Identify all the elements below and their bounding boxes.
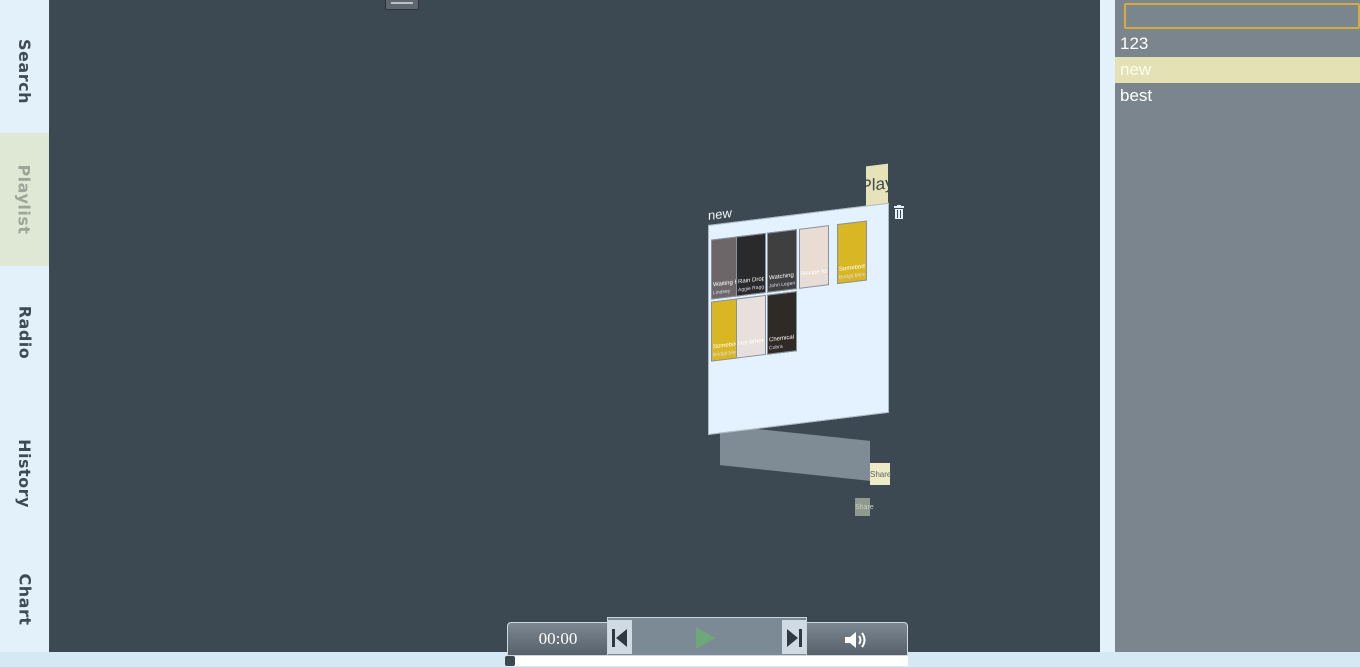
previous-button[interactable]	[608, 620, 632, 654]
playlist-stage: Play new Waiting For ItLindseyRain Drops…	[49, 0, 1100, 652]
play-button[interactable]	[694, 626, 716, 650]
tab-history-label: History	[15, 439, 35, 508]
tab-playlist-label: Playlist	[15, 164, 34, 235]
trash-icon[interactable]	[894, 205, 904, 219]
volume-icon	[845, 632, 866, 648]
play-icon	[696, 627, 715, 649]
track-artist: Cobra	[769, 343, 783, 352]
playlist-card: Play new Waiting For ItLindseyRain Drops…	[708, 163, 968, 525]
track-cover[interactable]: Rain DropsAggie Ragge Pro	[736, 232, 766, 297]
tab-search[interactable]: Search	[0, 5, 49, 138]
card-shadow	[720, 425, 870, 481]
tab-radio[interactable]: Radio	[0, 266, 49, 399]
track-artist: Bridget Mendler	[801, 276, 827, 286]
drag-handle[interactable]	[385, 0, 419, 10]
left-nav: Search Playlist Radio History Chart	[0, 0, 49, 667]
track-cover[interactable]: Chemical ReactionCobra	[767, 291, 797, 355]
audio-player: 00:00	[507, 617, 908, 656]
skip-next-icon	[787, 629, 802, 647]
share-button[interactable]: Share	[870, 463, 891, 485]
playlist-title: new	[708, 205, 732, 223]
panel-divider	[1100, 0, 1115, 667]
tab-playlist[interactable]: Playlist	[0, 133, 49, 266]
playlist-item-123[interactable]: 123	[1115, 31, 1360, 57]
new-playlist-input[interactable]	[1124, 3, 1360, 29]
play-playlist-button[interactable]: Play	[860, 163, 894, 207]
track-cover[interactable]: Recipe for HateBridget Mendler	[799, 225, 829, 289]
tab-history[interactable]: History	[0, 407, 49, 540]
track-cover[interactable]: Watching TJohn Legend	[767, 229, 797, 293]
skip-previous-icon	[612, 629, 627, 647]
track-grid: Waiting For ItLindseyRain DropsAggie Rag…	[709, 204, 888, 362]
tab-chart[interactable]: Chart	[0, 533, 49, 666]
progress-knob[interactable]	[505, 656, 515, 666]
tab-radio-label: Radio	[15, 305, 35, 360]
progress-bar[interactable]	[505, 656, 908, 666]
playlist-item-best[interactable]: best	[1115, 83, 1360, 109]
volume-button[interactable]	[842, 629, 870, 651]
track-cover[interactable]: Somebody Bridgit Mendler	[837, 220, 867, 285]
playlists-panel: 123 new best	[1115, 0, 1360, 667]
tab-chart-label: Chart	[15, 573, 34, 626]
track-artist: Various Artist	[738, 346, 764, 356]
track-artist: John Legend	[769, 280, 795, 290]
track-artist: Aggie Ragge Pro	[738, 284, 764, 294]
playback-controls	[607, 617, 807, 655]
time-display: 00:00	[538, 629, 578, 648]
playlist-item-new[interactable]: new	[1115, 57, 1360, 83]
track-cover[interactable]: Hot Wheels Various Artist	[736, 294, 766, 359]
tab-search-label: Search	[15, 39, 34, 104]
next-button[interactable]	[782, 620, 806, 654]
playlist-card-body: new Waiting For ItLindseyRain DropsAggie…	[708, 202, 889, 435]
share-button-secondary[interactable]: Share	[855, 498, 874, 516]
track-artist: Bridgit Mendler	[839, 271, 865, 281]
